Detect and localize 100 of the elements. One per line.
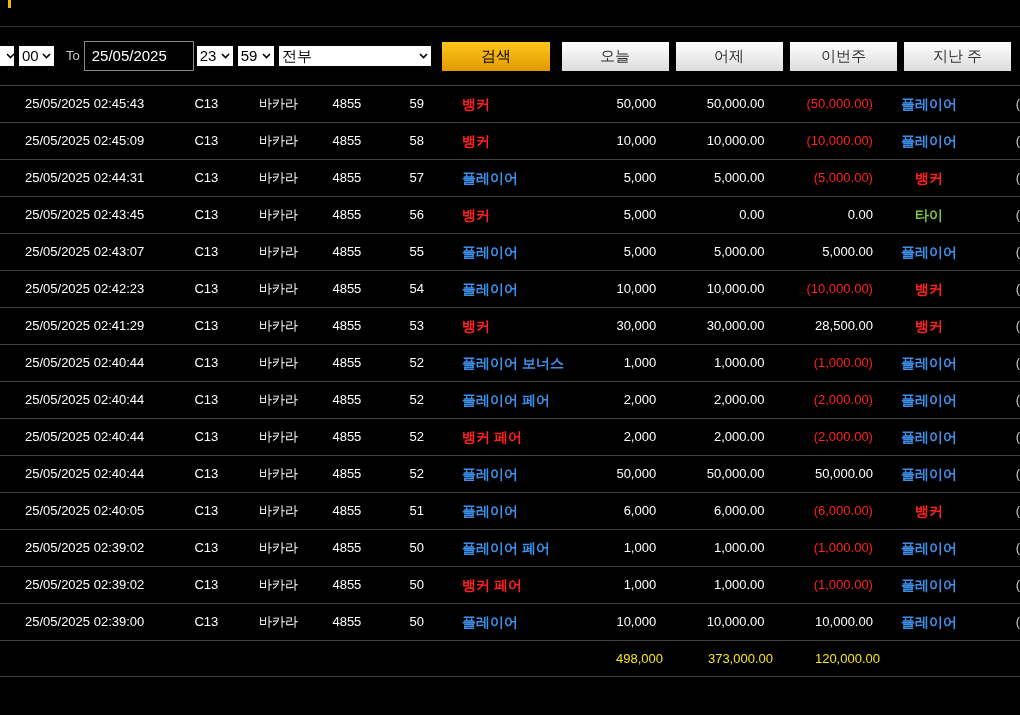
round-cell-text: 57 — [408, 169, 425, 188]
chevron-down-icon — [6, 53, 15, 59]
dropdown[interactable]: 00 — [19, 46, 54, 66]
game-cell-text: 바카라 — [258, 169, 299, 188]
column-cell-text: ( — [1015, 576, 1020, 595]
amount-cell-text: 2,000 — [622, 391, 657, 410]
amount-cell-text: 2,000 — [622, 428, 657, 447]
valid-amount-cell-text: 5,000.00 — [712, 243, 765, 262]
game-cell-text: 바카라 — [258, 206, 299, 225]
winner-cell-text: 플레이어 — [900, 427, 957, 447]
time-cell-text: 25/05/2025 02:41:29 — [25, 317, 146, 336]
amount-cell-text: 1,000 — [622, 576, 657, 595]
total-amount: 498,000 — [615, 649, 663, 668]
search-button[interactable]: 검색 — [441, 41, 550, 71]
bet-cell: 뱅커 페어 — [462, 576, 522, 593]
bet-cell: 뱅커 — [462, 206, 491, 223]
valid-amount-cell-text: 50,000.00 — [705, 95, 765, 114]
shoe-cell-text: 4855 — [332, 243, 363, 262]
column-cell-text: ( — [1015, 465, 1020, 484]
game-cell-text: 바카라 — [258, 354, 299, 373]
amount-cell-text: 1,000 — [622, 539, 657, 558]
chevron-down-icon — [261, 53, 271, 59]
shoe-cell-text: 4855 — [332, 465, 363, 484]
winner-cell-text: 플레이어 — [900, 538, 957, 558]
time-cell-text: 25/05/2025 02:39:02 — [25, 576, 146, 595]
winner-cell-text: 플레이어 — [900, 575, 957, 595]
valid-amount-cell-text: 10,000.00 — [705, 280, 765, 299]
bet-cell: 플레이어 — [462, 613, 519, 630]
game-cell-text: 바카라 — [258, 428, 299, 447]
game-cell-text: 바카라 — [258, 576, 299, 595]
game-cell-text: 바카라 — [258, 465, 299, 484]
amount-cell-text: 50,000 — [615, 465, 657, 484]
round-cell-text: 55 — [408, 243, 425, 262]
dropdown[interactable]: 전부 — [278, 46, 431, 66]
valid-amount-cell-text: 10,000.00 — [705, 613, 765, 632]
dropdown[interactable] — [0, 46, 14, 66]
winner-cell-text: 플레이어 — [900, 242, 957, 262]
column-cell-text: ( — [1015, 317, 1020, 336]
game-cell-text: 바카라 — [258, 95, 299, 114]
table-cell-text: C13 — [194, 317, 220, 336]
winner-cell-text: 플레이어 — [900, 131, 957, 151]
winner-cell-text: 플레이어 — [900, 464, 957, 484]
valid-amount-cell-text: 2,000.00 — [712, 428, 765, 447]
result-cell-text: (2,000.00) — [812, 391, 873, 410]
bet-cell: 뱅커 — [462, 317, 491, 334]
result-cell-text: (2,000.00) — [812, 428, 873, 447]
column-cell-text: ( — [1015, 613, 1020, 632]
table-cell-text: C13 — [194, 613, 220, 632]
chevron-down-icon — [42, 53, 51, 59]
dropdown[interactable]: 59 — [237, 46, 274, 66]
amount-cell-text: 1,000 — [622, 354, 657, 373]
bet-cell: 플레이어 — [462, 169, 519, 186]
time-cell-text: 25/05/2025 02:43:45 — [25, 206, 146, 225]
result-cell-text: (6,000.00) — [812, 502, 873, 521]
shoe-cell-text: 4855 — [332, 428, 363, 447]
table-cell-text: C13 — [194, 502, 220, 521]
game-cell-text: 바카라 — [258, 317, 299, 336]
shoe-cell-text: 4855 — [332, 539, 363, 558]
bet-cell: 뱅커 페어 — [462, 428, 522, 445]
round-cell-text: 51 — [408, 502, 425, 521]
chevron-down-icon — [220, 53, 230, 59]
date-range-button[interactable]: 지난 주 — [903, 41, 1011, 71]
shoe-cell-text: 4855 — [332, 169, 363, 188]
winner-cell-text: 플레이어 — [900, 353, 957, 373]
date-range-button[interactable]: 어제 — [675, 41, 783, 71]
winner-cell-text: 뱅커 — [914, 279, 943, 299]
shoe-cell-text: 4855 — [332, 391, 363, 410]
column-cell-text: ( — [1015, 428, 1020, 447]
valid-amount-cell-text: 1,000.00 — [712, 576, 765, 595]
table-cell-text: C13 — [194, 132, 220, 151]
time-cell-text: 25/05/2025 02:39:00 — [25, 613, 146, 632]
date-range-button[interactable]: 이번주 — [789, 41, 897, 71]
amount-cell-text: 50,000 — [615, 95, 657, 114]
game-cell-text: 바카라 — [258, 539, 299, 558]
total-result: 120,000.00 — [813, 649, 880, 668]
round-cell-text: 54 — [408, 280, 425, 299]
time-cell-text: 25/05/2025 02:40:44 — [25, 465, 146, 484]
total-valid-amount: 373,000.00 — [706, 649, 773, 668]
game-cell-text: 바카라 — [258, 391, 299, 410]
winner-cell-text: 플레이어 — [900, 612, 957, 632]
date-range-button[interactable]: 오늘 — [561, 41, 669, 71]
column-cell-text: ( — [1015, 354, 1020, 373]
bet-cell: 플레이어 보너스 — [462, 354, 564, 371]
table-cell-text: C13 — [194, 576, 220, 595]
result-cell-text: (1,000.00) — [812, 354, 873, 373]
amount-cell-text: 5,000 — [622, 206, 657, 225]
table-cell-text: C13 — [194, 169, 220, 188]
bet-cell: 플레이어 페어 — [462, 391, 550, 408]
winner-cell-text: 뱅커 — [914, 316, 943, 336]
dropdown[interactable]: 23 — [196, 46, 233, 66]
winner-cell-text: 플레이어 — [900, 94, 957, 114]
date-field[interactable]: 25/05/2025 — [83, 41, 194, 71]
winner-cell-text: 뱅커 — [914, 501, 943, 521]
table-cell-text: C13 — [194, 465, 220, 484]
game-cell-text: 바카라 — [258, 280, 299, 299]
amount-cell-text: 10,000 — [615, 613, 657, 632]
round-cell-text: 52 — [408, 428, 425, 447]
result-cell-text: (5,000.00) — [812, 169, 873, 188]
time-cell-text: 25/05/2025 02:40:44 — [25, 391, 146, 410]
column-cell-text: ( — [1015, 539, 1020, 558]
